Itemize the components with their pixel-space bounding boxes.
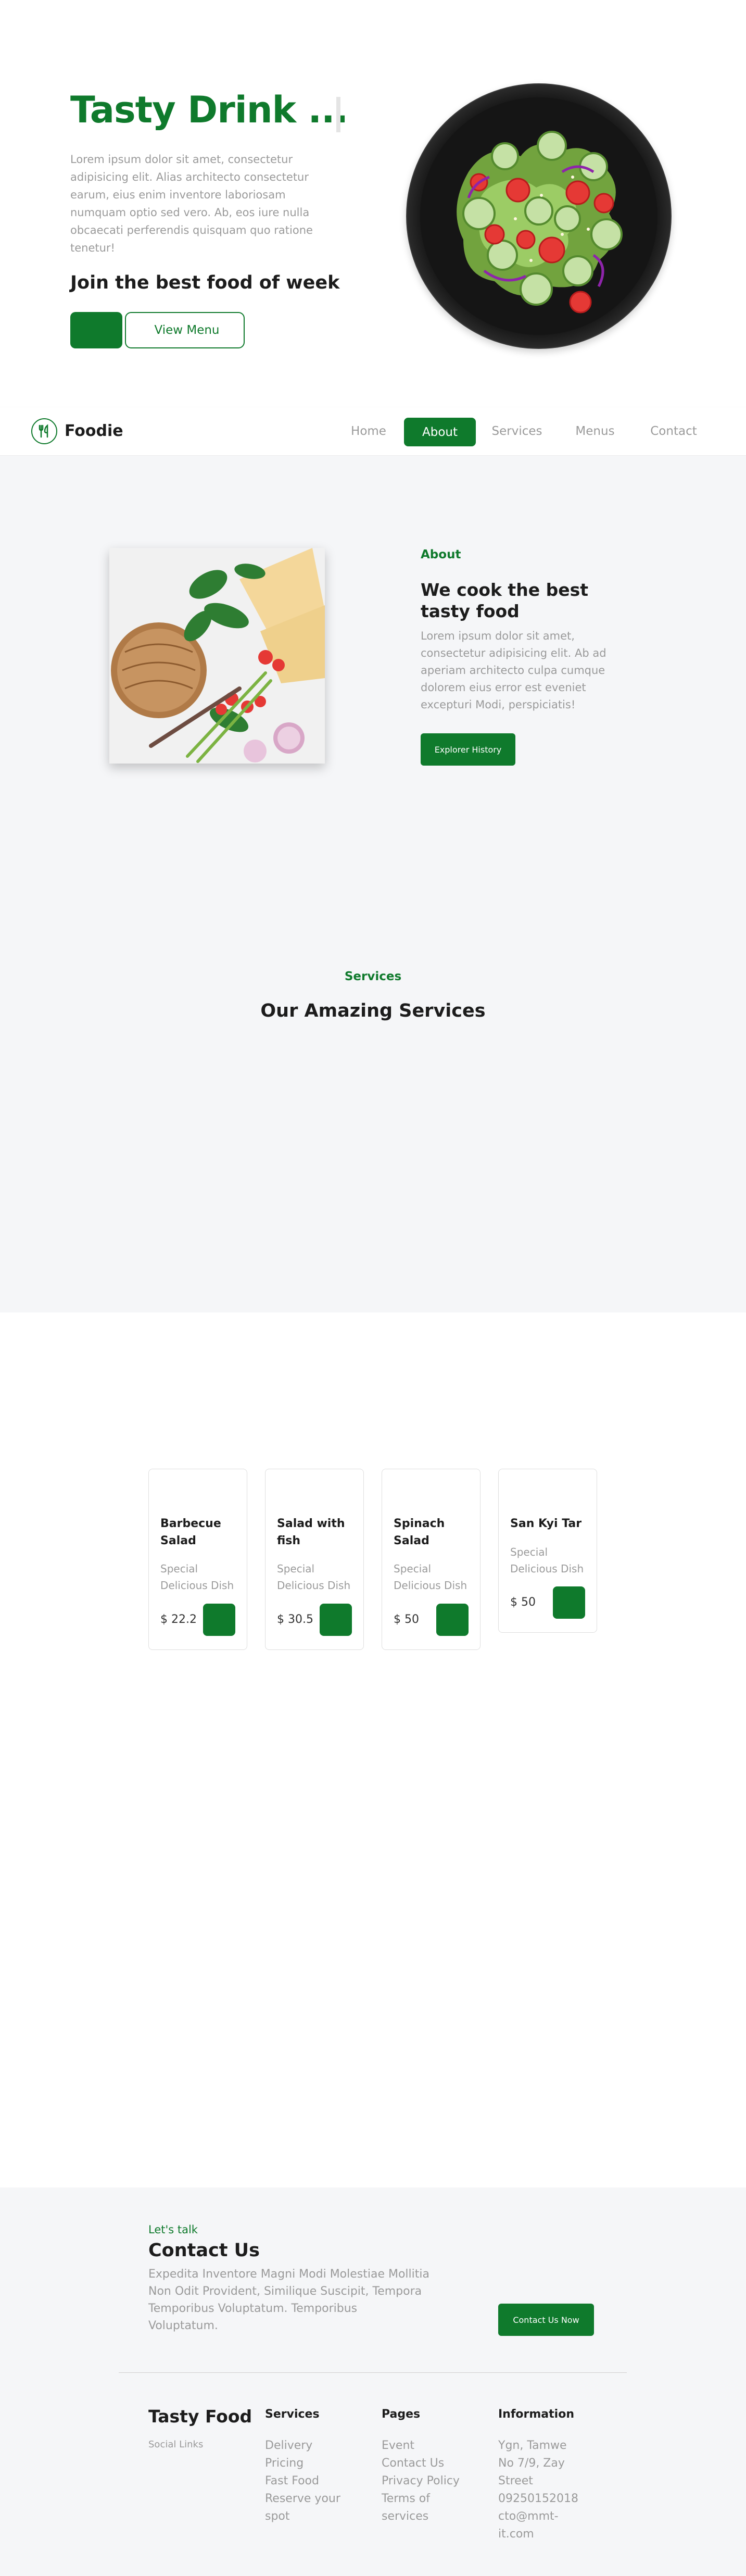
typing-cursor (336, 97, 340, 132)
salad-illustration (420, 97, 658, 335)
footer-heading-pages: Pages (382, 2408, 421, 2421)
footer-information: Ygn, Tamwe No 7/9, Zay Street 0925015201… (498, 2437, 578, 2543)
card-description: Special Delicious Dish (394, 1562, 467, 1592)
card-description: Special Delicious Dish (277, 1562, 351, 1592)
view-menu-label: View Menu (154, 323, 220, 337)
footer-link[interactable]: Contact Us (382, 2455, 470, 2472)
card-name: Spinach Salad (394, 1517, 445, 1547)
address-line: Ygn, Tamwe (498, 2439, 567, 2452)
add-to-cart-button[interactable] (553, 1586, 585, 1619)
brand-name[interactable]: Foodie (65, 422, 123, 440)
hero-subtitle: Join the best food of week (70, 272, 340, 293)
card-price: $ 50 (394, 1613, 419, 1626)
address-line: No 7/9, Zay Street (498, 2457, 565, 2487)
phone-number: 09250152018 (498, 2492, 578, 2505)
card-name: Barbecue Salad (160, 1517, 221, 1547)
card-description: Special Delicious Dish (510, 1546, 584, 1575)
nav-contact[interactable]: Contact (648, 422, 700, 441)
nav-menus[interactable]: Menus (572, 422, 618, 441)
social-links[interactable]: Social Links (148, 2439, 203, 2450)
footer-link[interactable]: Reserve your spot (265, 2490, 353, 2525)
contact-us-button[interactable]: Contact Us Now (498, 2304, 594, 2336)
view-menu-button[interactable]: View Menu (125, 312, 245, 348)
about-tag: About (421, 548, 461, 561)
card-price: $ 22.2 (160, 1613, 197, 1626)
menu-card[interactable]: San Kyi Tar Special Delicious Dish $ 50 (498, 1469, 597, 1633)
brand-logo-icon[interactable] (31, 418, 57, 444)
utensils-icon (39, 424, 48, 438)
footer-link[interactable]: Event (382, 2437, 470, 2455)
hero-description: Lorem ipsum dolor sit amet, consectetur … (70, 153, 313, 254)
food-ingredients-illustration (109, 548, 325, 764)
nav-home[interactable]: Home (348, 422, 389, 441)
footer-heading-services: Services (265, 2408, 320, 2421)
card-name: San Kyi Tar (510, 1517, 582, 1530)
menu-card[interactable]: Barbecue Salad Special Delicious Dish $ … (148, 1469, 247, 1650)
footer-link[interactable]: Fast Food (265, 2472, 353, 2490)
card-description: Special Delicious Dish (160, 1562, 234, 1592)
footer-heading-information: Information (498, 2408, 574, 2421)
footer (0, 2187, 746, 2576)
contact-title: Contact Us (148, 2240, 260, 2261)
menu-card[interactable]: Salad with fish Special Delicious Dish $… (265, 1469, 364, 1650)
footer-brand: Tasty Food (148, 2406, 252, 2427)
explorer-history-button[interactable]: Explorer History (421, 733, 515, 766)
services-tag: Services (344, 970, 402, 983)
about-description: Lorem ipsum dolor sit amet, consectetur … (421, 630, 606, 711)
about-title: We cook the best tasty food (421, 580, 588, 621)
footer-link[interactable]: Delivery (265, 2437, 353, 2455)
card-name: Salad with fish (277, 1517, 345, 1547)
about-image (109, 548, 325, 764)
nav-services[interactable]: Services (488, 422, 546, 441)
card-price: $ 50 (510, 1596, 536, 1609)
nav-about[interactable]: About (404, 418, 476, 446)
footer-divider (119, 2372, 627, 2373)
contact-description: Expedita Inventore Magni Modi Molestiae … (148, 2268, 429, 2332)
add-to-cart-button[interactable] (320, 1604, 352, 1636)
footer-pages-links: Event Contact Us Privacy Policy Terms of… (382, 2437, 470, 2525)
menu-card[interactable]: Spinach Salad Special Delicious Dish $ 5… (382, 1469, 481, 1650)
hero-title: Tasty Drink ... (70, 89, 348, 131)
hero-primary-button[interactable] (70, 312, 122, 348)
contact-tag: Let's talk (148, 2223, 198, 2236)
footer-services-links: Delivery Pricing Fast Food Reserve your … (265, 2437, 353, 2525)
salad-plate-image (406, 83, 672, 349)
add-to-cart-button[interactable] (203, 1604, 235, 1636)
footer-link[interactable]: Terms of services (382, 2490, 470, 2525)
footer-link[interactable]: Privacy Policy (382, 2472, 470, 2490)
footer-link[interactable]: Pricing (265, 2455, 353, 2472)
email-address[interactable]: cto@mmt-it.com (498, 2508, 576, 2543)
add-to-cart-button[interactable] (436, 1604, 469, 1636)
card-price: $ 30.5 (277, 1613, 313, 1626)
services-title: Our Amazing Services (260, 1001, 486, 1021)
